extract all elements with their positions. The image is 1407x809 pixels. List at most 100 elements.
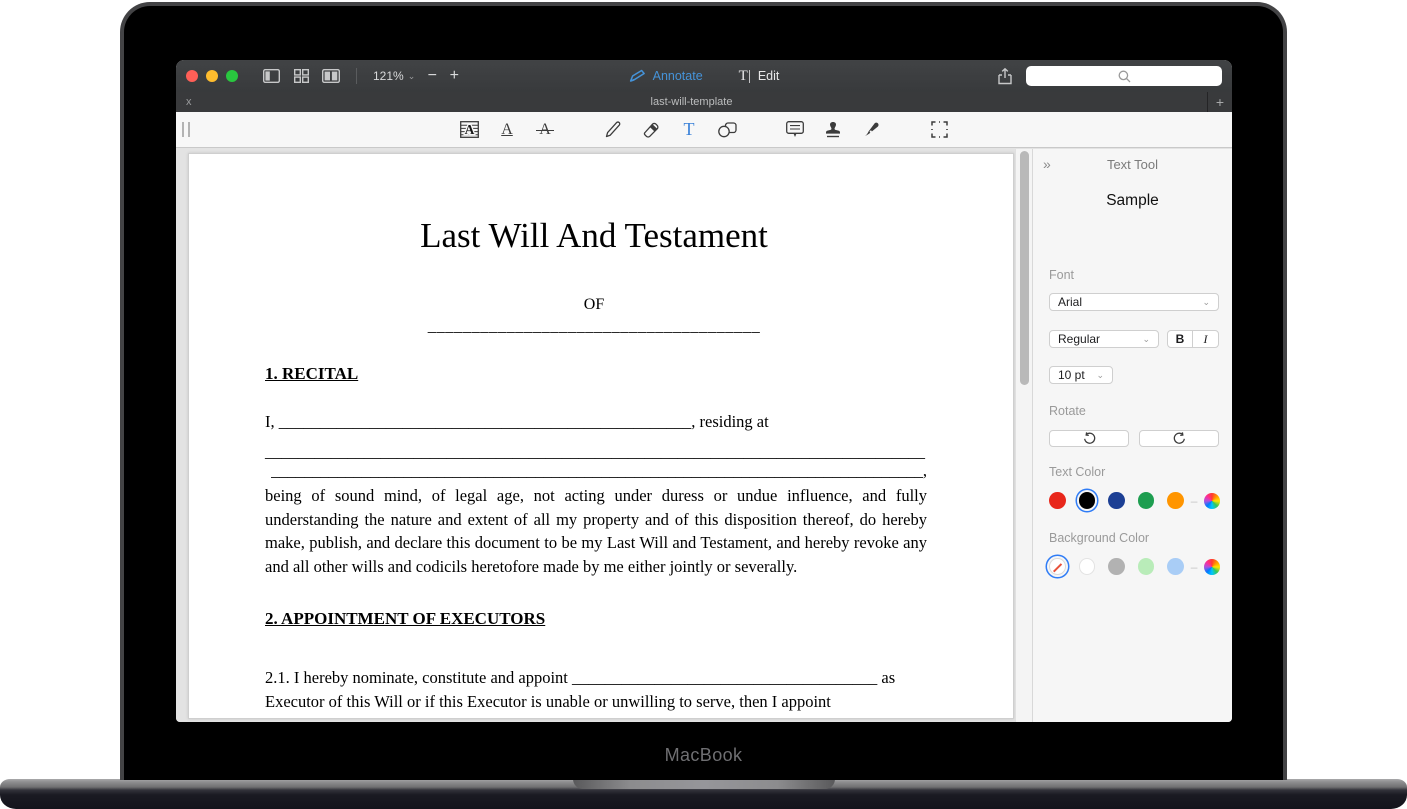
titlebar-right-group [998,66,1222,86]
sample-preview-text: Sample [1033,192,1232,210]
section1-heading: 1. RECITAL [265,364,358,384]
stage: MacBook 121% ⌄ − [0,0,1407,809]
swatch-divider: – [1191,560,1198,574]
share-icon[interactable] [998,68,1012,85]
document-tab-bar: x last-will-template + [176,92,1232,112]
rotate-label: Rotate [1049,404,1086,418]
two-page-view-icon[interactable] [316,65,346,87]
address-blank-line2: ________________________________________… [265,461,927,481]
chevron-down-icon: ⌄ [1142,334,1150,345]
background-color-wheel-icon[interactable] [1204,559,1220,575]
annotate-pen-icon [629,69,646,83]
rotate-cw-icon [1173,432,1186,445]
bold-button[interactable]: B [1168,331,1193,347]
sidebar-panel-icon[interactable] [256,65,286,87]
background-color-green[interactable] [1138,558,1155,575]
toolbar-grip-handle[interactable] [182,122,190,137]
background-color-gray[interactable] [1108,558,1125,575]
chevron-down-icon: ⌄ [1096,370,1104,381]
zoom-level-dropdown[interactable]: 121% ⌄ [373,69,415,83]
text-color-red[interactable] [1049,492,1066,509]
highlight-text-style-icon[interactable]: A [454,116,484,144]
content-region: Last Will And Testament OF _____________… [176,149,1232,722]
mode-switcher: Annotate T| Edit [629,68,780,85]
strikethrough-tool-icon[interactable]: A [530,116,560,144]
font-style-select[interactable]: Regular ⌄ [1049,330,1159,348]
recital-paragraph: being of sound mind, of legal age, not a… [265,484,927,578]
text-tool-sidebar: » Text Tool Sample Font Arial ⌄ Regular … [1032,149,1232,722]
underline-tool-icon[interactable]: A [492,116,522,144]
title-bar: 121% ⌄ − + Annotate T| Edit [176,60,1232,92]
section2-heading: 2. APPOINTMENT OF EXECUTORS [265,609,545,629]
font-family-select[interactable]: Arial ⌄ [1049,293,1219,311]
document-subtitle: OF [189,296,999,314]
background-color-swatches: – [1049,558,1220,575]
fullscreen-window-button[interactable] [226,70,238,82]
minimize-window-button[interactable] [206,70,218,82]
shapes-tool-icon[interactable] [712,116,742,144]
search-icon [1118,70,1131,83]
zoom-out-button[interactable]: − [421,67,443,85]
window-controls [186,70,238,82]
name-blank-line: ______________________________________ [189,316,999,336]
document-title: Last Will And Testament [189,216,999,256]
text-color-black-selected[interactable] [1079,492,1096,509]
toolbar-divider [356,68,357,84]
stamp-tool-icon[interactable] [818,116,848,144]
document-tab[interactable]: x last-will-template [176,92,1208,112]
rotate-ccw-icon [1083,432,1096,445]
macbook-logo-label: MacBook [124,745,1283,766]
font-size-select[interactable]: 10 pt ⌄ [1049,366,1113,384]
text-color-blue[interactable] [1108,492,1125,509]
chevron-down-icon: ⌄ [1202,297,1210,308]
address-blank-line1: ________________________________________… [265,442,927,462]
edit-mode-tab[interactable]: T| Edit [739,68,780,85]
executor-paragraph: 2.1. I hereby nominate, constitute and a… [265,666,927,713]
residing-line: I, _____________________________________… [265,412,927,432]
chevron-down-icon: ⌄ [408,71,416,82]
rotate-counterclockwise-button[interactable] [1049,430,1129,447]
annotate-label: Annotate [653,69,703,83]
background-color-label: Background Color [1049,531,1149,545]
edit-label: Edit [758,69,780,83]
text-color-orange[interactable] [1167,492,1184,509]
background-color-none-selected[interactable] [1049,558,1066,575]
new-tab-button[interactable]: + [1208,92,1232,112]
background-color-white[interactable] [1079,558,1096,575]
tab-title: last-will-template [176,96,1207,108]
document-page[interactable]: Last Will And Testament OF _____________… [188,153,1014,719]
text-color-wheel-icon[interactable] [1204,493,1220,509]
scrollbar-thumb[interactable] [1020,151,1029,385]
document-scrollbar[interactable] [1015,149,1032,722]
pdf-editor-window: 121% ⌄ − + Annotate T| Edit [176,60,1232,722]
search-input[interactable] [1026,66,1222,86]
close-window-button[interactable] [186,70,198,82]
macbook-base [0,779,1407,809]
text-color-label: Text Color [1049,465,1105,479]
edit-text-icon: T| [739,68,751,85]
document-viewport: Last Will And Testament OF _____________… [176,149,1032,722]
font-label: Font [1049,268,1074,282]
zoom-in-button[interactable]: + [443,67,465,85]
font-family-value: Arial [1058,295,1082,309]
text-color-green[interactable] [1138,492,1155,509]
italic-button[interactable]: I [1193,331,1218,347]
bold-italic-segment: B I [1167,330,1219,348]
annotation-toolbar: A A A T [176,112,1232,148]
font-size-value: 10 pt [1058,368,1085,382]
pencil-tool-icon[interactable] [598,116,628,144]
selection-tool-icon[interactable] [924,116,954,144]
rotate-clockwise-button[interactable] [1139,430,1219,447]
macbook-lid-notch [573,779,835,789]
note-comment-icon[interactable] [780,116,810,144]
text-color-swatches: – [1049,492,1220,509]
sidebar-title: Text Tool [1033,157,1232,172]
signature-pen-icon[interactable] [856,116,886,144]
annotate-mode-tab[interactable]: Annotate [629,69,703,83]
text-tool-icon[interactable]: T [674,116,704,144]
swatch-divider: – [1191,494,1198,508]
background-color-blue[interactable] [1167,558,1184,575]
eraser-tool-icon[interactable] [636,116,666,144]
font-style-value: Regular [1058,332,1100,346]
thumbnail-grid-icon[interactable] [286,65,316,87]
